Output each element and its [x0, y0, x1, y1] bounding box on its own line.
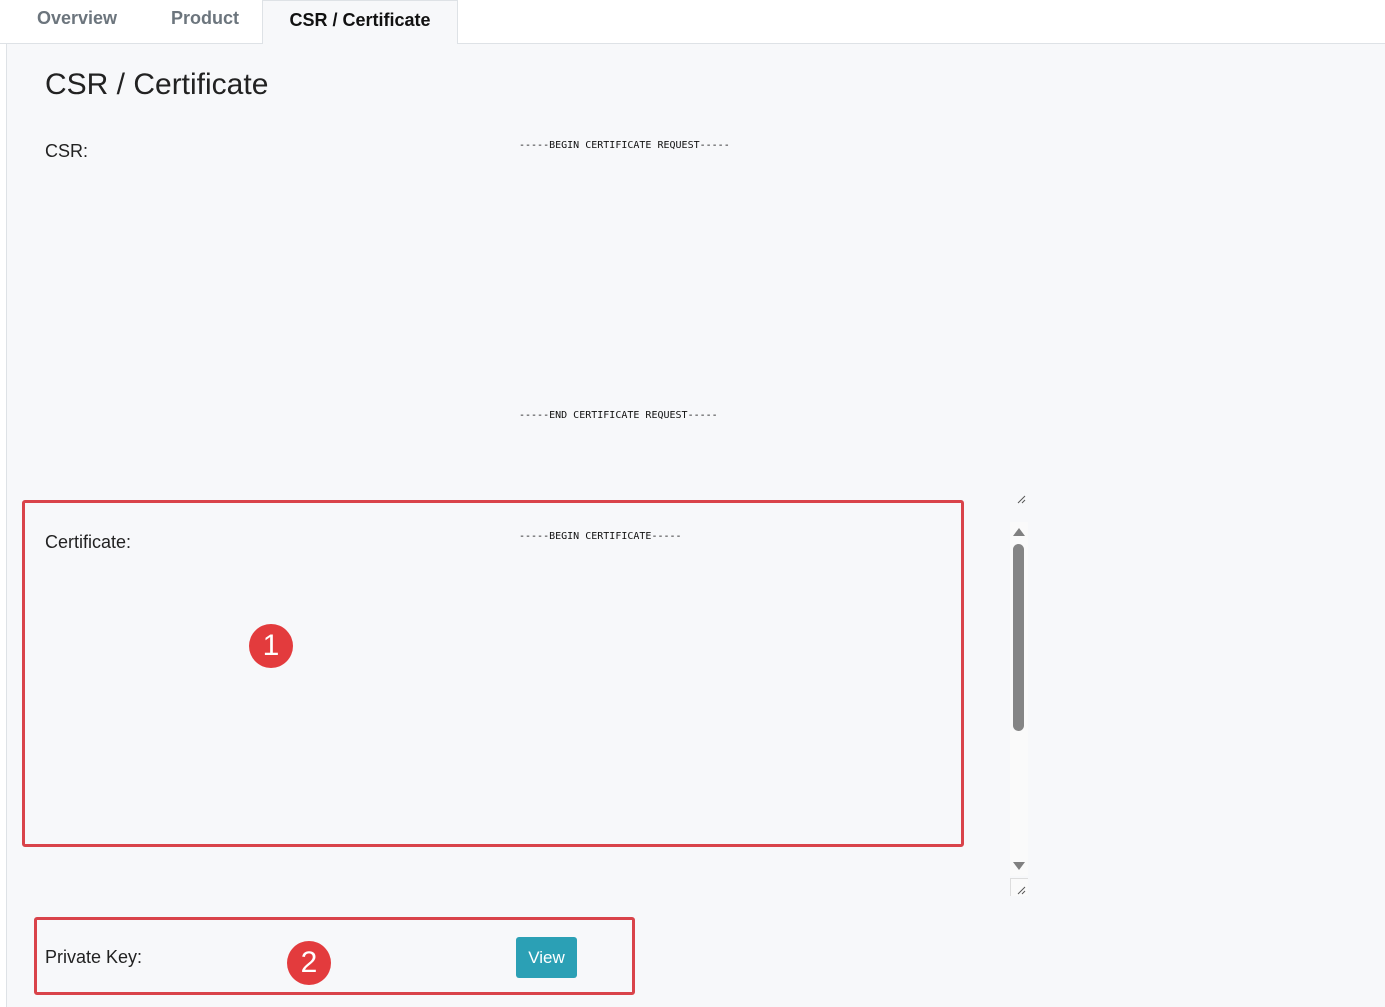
scroll-up-icon[interactable]: [1013, 528, 1025, 536]
scroll-down-icon[interactable]: [1013, 862, 1025, 870]
certificate-scrollbar[interactable]: [1010, 522, 1028, 876]
csr-begin-line: -----BEGIN CERTIFICATE REQUEST-----: [519, 140, 730, 151]
tab-csr-certificate[interactable]: CSR / Certificate: [262, 0, 458, 45]
tab-overview[interactable]: Overview: [37, 0, 117, 44]
scroll-thumb[interactable]: [1013, 544, 1024, 731]
annotation-marker-2: 2: [287, 941, 331, 985]
csr-end-line: -----END CERTIFICATE REQUEST-----: [519, 410, 718, 421]
tab-bar: Overview Product CSR / Certificate: [0, 0, 1385, 45]
page-title: CSR / Certificate: [45, 68, 269, 101]
private-key-highlight-box: [34, 917, 635, 995]
certificate-highlight-box: [22, 500, 964, 847]
annotation-marker-1: 1: [249, 624, 293, 668]
tab-product[interactable]: Product: [171, 0, 239, 44]
certificate-resize-handle-icon[interactable]: [1016, 885, 1026, 895]
csr-label: CSR:: [45, 141, 89, 161]
csr-resize-handle-icon[interactable]: [1016, 494, 1026, 504]
